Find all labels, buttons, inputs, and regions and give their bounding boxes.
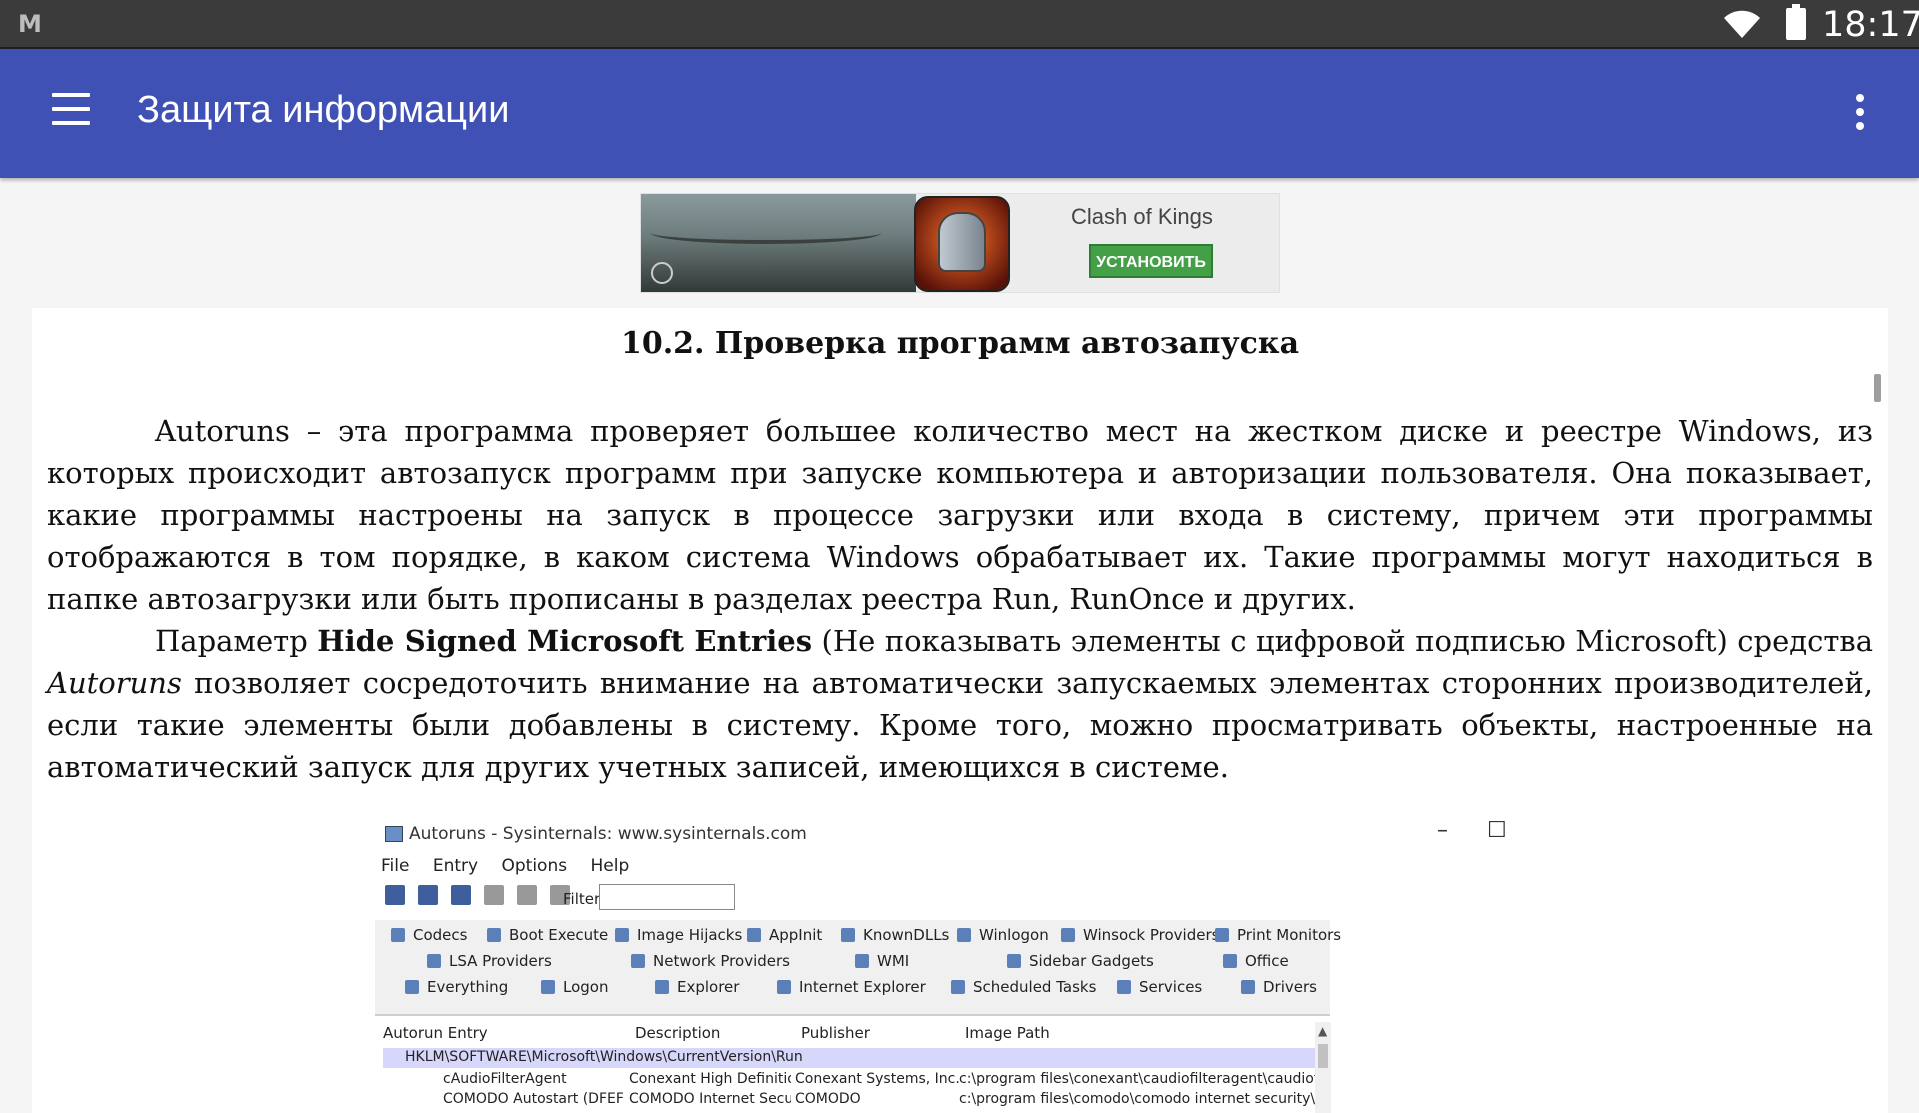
paragraph-2: Параметр Hide Signed Microsoft Entries (… [47, 620, 1873, 788]
content-scrollbar[interactable] [1874, 374, 1881, 402]
row-image-path: c:\program files\conexant\caudiofilterag… [959, 1071, 1315, 1087]
autoruns-window-title: Autoruns - Sysinternals: www.sysinternal… [409, 824, 807, 844]
row-entry: COMODO Autostart (DFEFF3B [443, 1091, 623, 1107]
copy-icon [484, 884, 505, 905]
p2-mid: (Не показывать элементы с цифровой подпи… [812, 624, 1874, 658]
tab-services: Services [1117, 978, 1202, 996]
tab-print-monitors: Print Monitors [1215, 926, 1341, 944]
tab-appinit: AppInit [747, 926, 822, 944]
more-options-icon[interactable] [1848, 94, 1872, 134]
ad-banner[interactable]: Clash of Kings УСТАНОВИТЬ [640, 193, 1280, 293]
ad-app-icon[interactable] [914, 196, 1010, 292]
p2-end: позволяет сосредоточить внимание на авто… [47, 666, 1873, 784]
table-row: COMODO Autostart (DFEFF3B COMODO Interne… [383, 1090, 1315, 1110]
col-publisher: Publisher [801, 1024, 870, 1042]
tab-office: Office [1223, 952, 1289, 970]
autoruns-column-headers: Autorun Entry Description Publisher Imag… [375, 1022, 1330, 1046]
row-publisher: Conexant Systems, Inc. [795, 1071, 960, 1087]
minimize-icon: – [1437, 818, 1448, 843]
status-bar: M 18:17 [0, 0, 1919, 49]
autoruns-menubar: File Entry Options Help [381, 856, 647, 876]
menu-file: File [381, 856, 410, 876]
registry-group-row: HKLM\SOFTWARE\Microsoft\Windows\CurrentV… [383, 1048, 1315, 1068]
tab-logon: Logon [541, 978, 608, 996]
p2-bold: Hide Signed Microsoft Entries [317, 624, 813, 658]
close-icon: ✕ [1543, 818, 1545, 843]
row-publisher: COMODO [795, 1091, 861, 1107]
autoruns-screenshot: Autoruns - Sysinternals: www.sysinternal… [375, 810, 1545, 1113]
group-row-path: HKLM\SOFTWARE\Microsoft\Windows\CurrentV… [405, 1049, 803, 1065]
autoruns-window-icon [385, 826, 403, 842]
tab-drivers: Drivers [1241, 978, 1317, 996]
find-icon [451, 884, 472, 905]
tab-network-providers: Network Providers [631, 952, 790, 970]
scroll-up-icon: ▲ [1318, 1024, 1328, 1038]
autoruns-scrollbar: ▲ [1315, 1022, 1331, 1113]
row-description: Conexant High Definition A... [629, 1071, 791, 1087]
tab-sidebar-gadgets: Sidebar Gadgets [1007, 952, 1154, 970]
wifi-icon [1724, 10, 1760, 39]
col-image-path: Image Path [965, 1024, 1050, 1042]
filter-input [599, 884, 735, 910]
ad-install-button[interactable]: УСТАНОВИТЬ [1089, 244, 1213, 278]
ad-image[interactable] [641, 194, 916, 292]
delete-icon [517, 884, 538, 905]
tab-explorer: Explorer [655, 978, 739, 996]
row-entry: cAudioFilterAgent [443, 1071, 567, 1087]
save-icon [385, 884, 405, 905]
app-title: Защита информации [137, 89, 510, 131]
ad-app-name[interactable]: Clash of Kings [1071, 204, 1213, 230]
menu-help: Help [590, 856, 630, 876]
ad-info-icon[interactable] [651, 262, 673, 284]
tab-everything: Everything [405, 978, 508, 996]
menu-options: Options [501, 856, 568, 876]
menu-entry: Entry [432, 856, 479, 876]
tab-winlogon: Winlogon [957, 926, 1049, 944]
row-description: COMODO Internet Security [629, 1091, 791, 1107]
hamburger-menu-icon[interactable] [48, 93, 96, 133]
col-description: Description [635, 1024, 721, 1042]
maximize-icon: ☐ [1487, 818, 1507, 843]
tab-wmi: WMI [855, 952, 909, 970]
row-image-path: c:\program files\comodo\comodo internet … [959, 1091, 1315, 1107]
p2-start: Параметр [155, 624, 318, 658]
table-row: cAudioFilterAgent Conexant High Definiti… [383, 1070, 1315, 1090]
paragraph-1: Autoruns – эта программа проверяет больш… [47, 414, 1873, 616]
tab-knowndlls: KnownDLLs [841, 926, 949, 944]
app-bar: Защита информации [0, 49, 1919, 178]
tab-codecs: Codecs [391, 926, 467, 944]
refresh-icon [418, 884, 439, 905]
tab-internet-explorer: Internet Explorer [777, 978, 926, 996]
tab-boot-execute: Boot Execute [487, 926, 608, 944]
section-heading: 10.2. Проверка программ автозапуска [620, 326, 1300, 361]
col-autorun-entry: Autorun Entry [383, 1024, 488, 1042]
p2-italic: Autoruns [47, 666, 182, 700]
tab-winsock-providers: Winsock Providers [1061, 926, 1219, 944]
article-content: 10.2. Проверка программ автозапуска Auto… [32, 308, 1888, 1113]
tab-image-hijacks: Image Hijacks [615, 926, 742, 944]
autoruns-toolbar [385, 884, 578, 910]
autoruns-tabs: Codecs Boot Execute Image Hijacks AppIni… [375, 920, 1341, 1016]
notification-icon: M [18, 10, 42, 38]
tab-scheduled-tasks: Scheduled Tasks [951, 978, 1096, 996]
tab-lsa-providers: LSA Providers [427, 952, 552, 970]
battery-icon [1786, 4, 1806, 40]
status-time: 18:17 [1822, 5, 1919, 45]
